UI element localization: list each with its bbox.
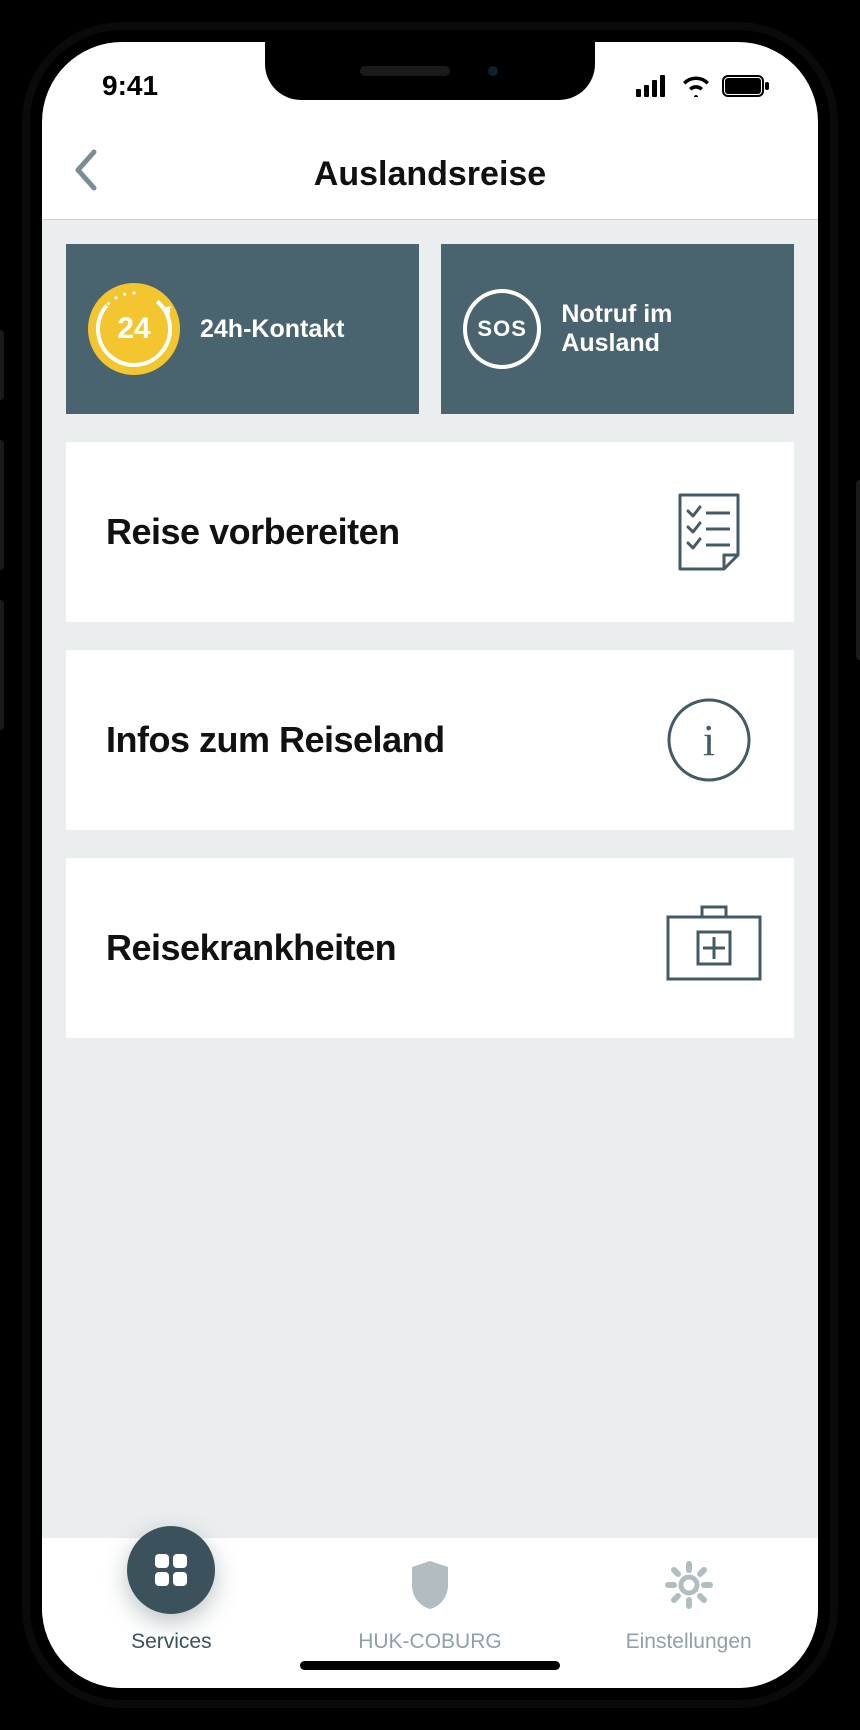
tab-label: Einstellungen xyxy=(599,1630,779,1654)
tab-label: HUK-COBURG xyxy=(340,1630,520,1654)
clock-24-icon: 24 xyxy=(88,283,180,375)
volume-up-button xyxy=(0,440,4,570)
info-icon: i xyxy=(664,695,754,785)
battery-icon xyxy=(722,75,770,97)
badge-sos: SOS xyxy=(477,316,526,342)
card-label: Infos zum Reiseland xyxy=(106,719,445,761)
services-fab-icon xyxy=(127,1526,215,1614)
cellular-icon xyxy=(636,75,670,97)
tab-settings[interactable]: Einstellungen xyxy=(599,1540,779,1654)
page-title: Auslandsreise xyxy=(314,155,546,194)
chevron-left-icon xyxy=(72,148,98,192)
tab-huk[interactable]: HUK-COBURG xyxy=(340,1540,520,1654)
nav-bar: Auslandsreise xyxy=(42,130,818,220)
card-label: Reisekrankheiten xyxy=(106,927,396,969)
tile-sos[interactable]: SOS Notruf im Ausland xyxy=(441,244,794,414)
checklist-icon xyxy=(664,487,754,577)
shield-icon xyxy=(408,1559,452,1611)
content-area: 24 24h-Kontakt SOS Notruf im Ausland xyxy=(42,220,818,1538)
phone-frame: 9:41 Auslandsreise xyxy=(0,0,860,1730)
gear-icon xyxy=(664,1560,714,1610)
back-button[interactable] xyxy=(72,148,98,202)
screen: 9:41 Auslandsreise xyxy=(42,42,818,1688)
tile-label: Notruf im Ausland xyxy=(561,300,772,358)
power-button xyxy=(856,480,860,660)
tab-bar: Services HUK-COBURG Einstellungen xyxy=(42,1538,818,1688)
notch xyxy=(265,42,595,100)
tab-label: Services xyxy=(81,1630,261,1654)
firstaid-icon xyxy=(664,903,754,993)
wifi-icon xyxy=(680,75,712,97)
tab-services[interactable]: Services xyxy=(81,1540,261,1654)
card-country-info[interactable]: Infos zum Reiseland i xyxy=(66,650,794,830)
sos-icon: SOS xyxy=(463,289,541,369)
status-icons xyxy=(636,75,770,97)
tile-24h-contact[interactable]: 24 24h-Kontakt xyxy=(66,244,419,414)
status-time: 9:41 xyxy=(102,70,158,102)
card-prepare-trip[interactable]: Reise vorbereiten xyxy=(66,442,794,622)
home-indicator[interactable] xyxy=(300,1661,560,1670)
badge-24: 24 xyxy=(117,312,150,346)
svg-text:i: i xyxy=(703,716,715,765)
volume-down-button xyxy=(0,600,4,730)
tile-label: 24h-Kontakt xyxy=(200,315,344,344)
card-travel-illness[interactable]: Reisekrankheiten xyxy=(66,858,794,1038)
card-label: Reise vorbereiten xyxy=(106,511,400,553)
mute-switch xyxy=(0,330,4,400)
